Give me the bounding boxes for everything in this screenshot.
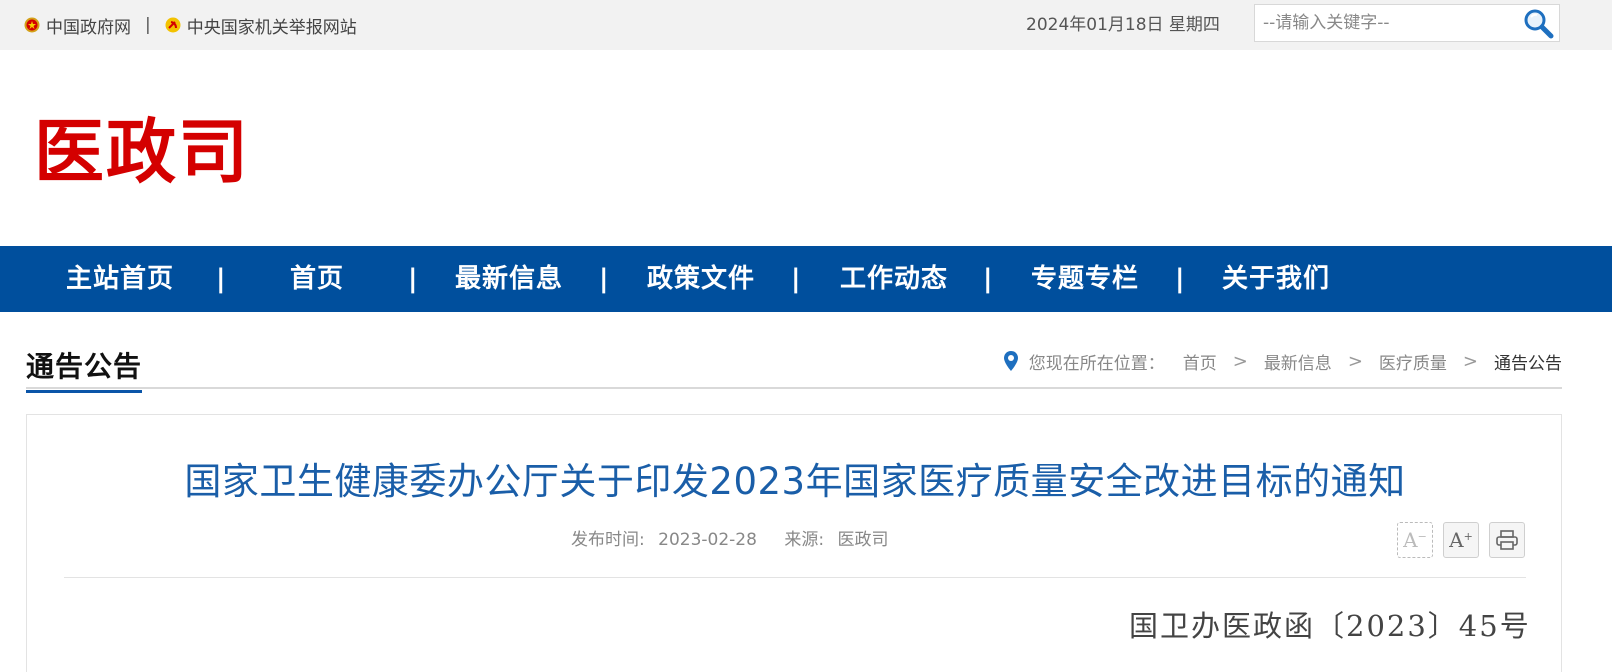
publish-label: 发布时间:: [571, 530, 645, 550]
font-decrease-icon: A: [1403, 528, 1418, 552]
chevron-right-icon: >: [1462, 350, 1478, 372]
nav-item-policy[interactable]: 政策文件: [647, 246, 755, 312]
nav-item-main-home[interactable]: 主站首页: [66, 246, 174, 312]
main-nav: 主站首页 | 首页 | 最新信息 | 政策文件 | 工作动态 | 专题专栏 | …: [0, 246, 1612, 312]
search-box: [1254, 4, 1560, 42]
breadcrumb-latest[interactable]: 最新信息: [1264, 349, 1332, 374]
search-icon[interactable]: [1521, 7, 1555, 39]
current-date: 2024年01月18日 星期四: [1026, 15, 1220, 35]
font-increase-button[interactable]: A +: [1443, 522, 1479, 558]
source-label: 来源:: [784, 530, 825, 550]
source-value: 医政司: [837, 530, 889, 550]
site-logo[interactable]: 医政司: [34, 112, 244, 186]
breadcrumb-prefix: 您现在所在位置：: [1028, 353, 1165, 374]
breadcrumb: 您现在所在位置： 首页 > 最新信息 > 医疗质量 > 通告公告: [1003, 348, 1562, 374]
article-meta: 发布时间: 2023-02-28 来源: 医政司: [571, 525, 896, 550]
article-title: 国家卫生健康委办公厅关于印发2023年国家医疗质量安全改进目标的通知: [184, 460, 1406, 503]
chevron-right-icon: >: [1347, 350, 1363, 372]
document-number: 国卫办医政函〔2023〕45号: [1129, 609, 1531, 643]
nav-separator: |: [1175, 264, 1185, 294]
nav-item-latest[interactable]: 最新信息: [455, 246, 563, 312]
top-links: 中国政府网 | 中央国家机关举报网站: [24, 0, 357, 50]
font-decrease-button[interactable]: A −: [1397, 522, 1433, 558]
nav-separator: |: [983, 264, 993, 294]
report-link[interactable]: 中央国家机关举报网站: [187, 13, 357, 38]
breadcrumb-quality[interactable]: 医疗质量: [1379, 349, 1447, 374]
nav-item-about[interactable]: 关于我们: [1222, 246, 1330, 312]
emblem-icon: [24, 17, 40, 33]
print-button[interactable]: [1489, 522, 1525, 558]
breadcrumb-home[interactable]: 首页: [1183, 349, 1217, 374]
article-container: 国家卫生健康委办公厅关于印发2023年国家医疗质量安全改进目标的通知 发布时间:…: [26, 414, 1562, 672]
publish-date: 2023-02-28: [658, 530, 757, 550]
nav-separator: |: [599, 264, 609, 294]
nav-item-home[interactable]: 首页: [290, 246, 344, 312]
font-increase-icon: A: [1449, 528, 1464, 552]
section-divider: [26, 387, 1562, 389]
nav-separator: |: [791, 264, 801, 294]
nav-separator: |: [408, 264, 418, 294]
article-divider: [64, 577, 1526, 578]
nav-item-topics[interactable]: 专题专栏: [1031, 246, 1139, 312]
top-separator: |: [145, 15, 151, 35]
nav-item-work[interactable]: 工作动态: [840, 246, 948, 312]
party-emblem-icon: [165, 17, 181, 33]
top-bar: 中国政府网 | 中央国家机关举报网站 2024年01月18日 星期四: [0, 0, 1612, 50]
nav-separator: |: [216, 264, 226, 294]
location-pin-icon: [1003, 351, 1018, 371]
svg-text:医政司: 医政司: [34, 112, 244, 186]
chevron-right-icon: >: [1232, 350, 1248, 372]
gov-link[interactable]: 中国政府网: [46, 13, 131, 38]
print-icon: [1496, 530, 1518, 550]
breadcrumb-current[interactable]: 通告公告: [1494, 349, 1562, 374]
search-input[interactable]: [1263, 5, 1513, 41]
